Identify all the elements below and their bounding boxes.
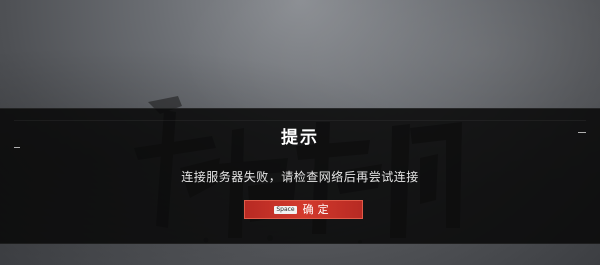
dialog-message: 连接服务器失败，请检查网络后再尝试连接 <box>181 170 419 184</box>
dialog-title: 提示 <box>281 128 319 148</box>
confirm-button[interactable]: Space 确定 <box>244 200 363 219</box>
space-key-hint: Space <box>274 205 297 214</box>
confirm-button-label: 确定 <box>302 203 333 216</box>
